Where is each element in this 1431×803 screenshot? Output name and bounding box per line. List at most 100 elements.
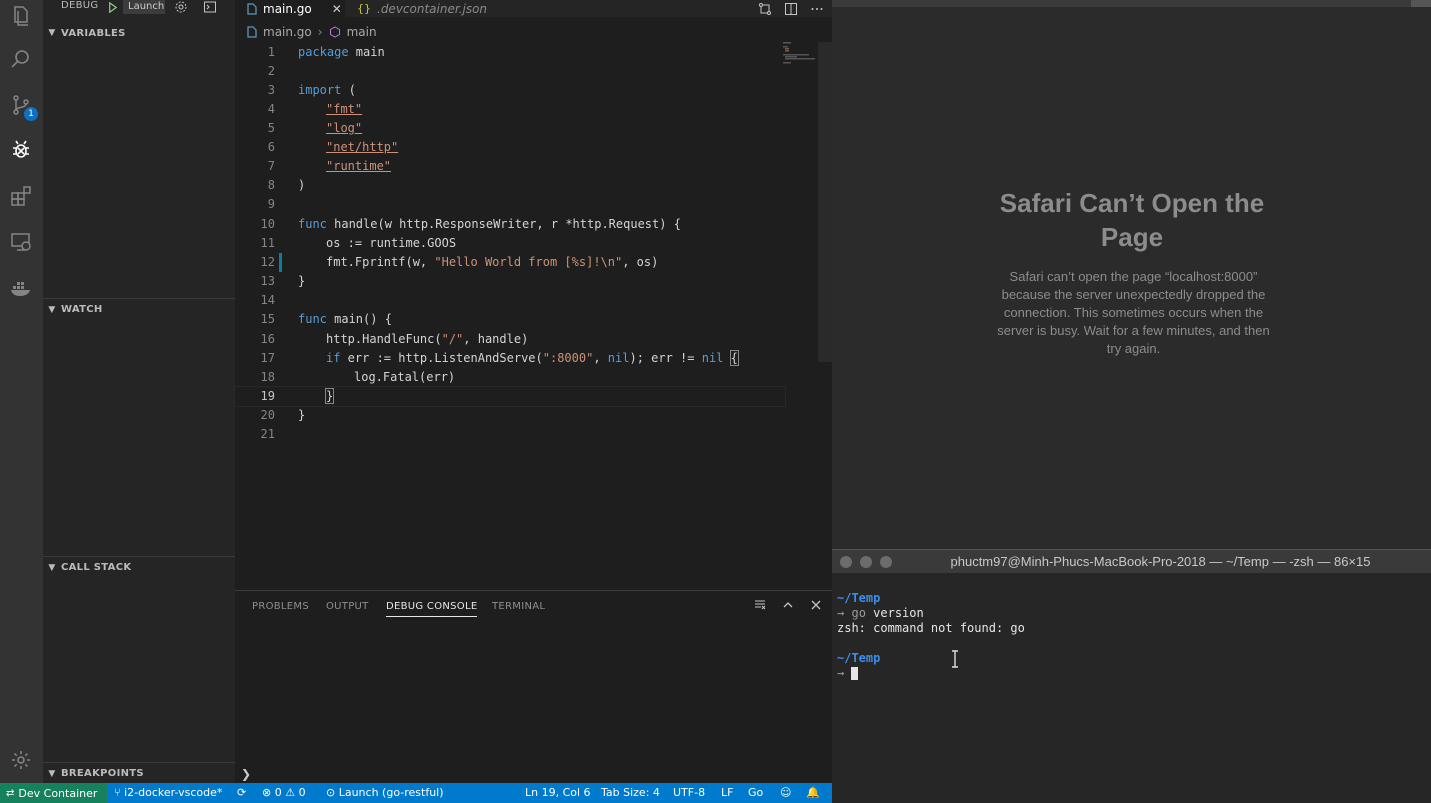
call-stack-section-header[interactable]: ▼ CALL STACK [43,556,235,578]
branch-label: i2-docker-vscode* [124,786,223,799]
code-text: } [298,274,306,288]
close-panel-icon[interactable] [810,599,822,611]
line-number: 12 [260,255,275,269]
console-input-prompt[interactable]: ❯ [241,767,251,781]
line-number: 5 [267,121,275,135]
source-control-icon[interactable]: 1 [7,91,38,121]
code-editor[interactable]: 1 package main 2 3 import ( 4 "fmt" 5 "log" … [234,42,795,452]
safari-toolbar-button[interactable] [1411,0,1431,7]
language-mode[interactable]: Go [748,783,763,803]
remote-icon: ⇄ [6,787,15,799]
debug-title: DEBUG [61,0,99,11]
extensions-icon[interactable] [7,182,35,210]
editor-tabs: main.go ✕ {} .devcontainer.json [235,0,832,17]
code-text: err := http.ListenAndServe( [340,351,543,365]
code-text: , os) [622,255,659,269]
encoding[interactable]: UTF-8 [673,783,705,803]
error-icon: ⊗ [262,786,272,799]
cursor-position[interactable]: Ln 19, Col 6 [525,783,591,803]
debug-launch-indicator[interactable]: ⊙ Launch (go-restful) [326,783,444,803]
clear-console-icon[interactable] [754,599,766,611]
keyword: if [326,351,341,365]
panel-tab-output[interactable]: OUTPUT [326,601,369,612]
code-text: http.HandleFunc( [326,332,442,346]
code-line: 11 os := runtime.GOOS [235,234,785,253]
line-number: 11 [260,236,275,250]
code-line: 14 [235,291,785,310]
close-window-button[interactable] [840,556,852,568]
zoom-window-button[interactable] [880,556,892,568]
start-debugging-icon[interactable] [106,1,119,14]
code-text: handle(w http.ResponseWriter, r *http.Re… [326,217,681,231]
debug-settings-gear-icon[interactable] [174,0,188,14]
code-text: ( [341,83,356,97]
warning-count: 0 [298,786,306,799]
debug-run-icon: ⊙ [326,786,336,799]
minimize-window-button[interactable] [860,556,872,568]
end-of-line[interactable]: LF [721,783,733,803]
watch-label: WATCH [61,304,103,315]
breakpoints-section-header[interactable]: ▼ BREAKPOINTS [43,762,235,784]
line-number: 21 [260,427,275,441]
terminal-input-line[interactable]: → [837,666,859,681]
settings-gear-icon[interactable] [7,746,35,774]
panel-tab-terminal[interactable]: TERMINAL [492,601,545,612]
more-actions-icon[interactable] [810,2,824,16]
safari-toolbar-edge [832,0,1431,7]
breakpoints-label: BREAKPOINTS [61,768,144,779]
chevron-down-icon: ▼ [48,768,56,779]
breadcrumb-symbol[interactable]: main [347,25,377,39]
problems-indicator[interactable]: ⊗ 0 ⚠ 0 [262,783,306,803]
code-line: 18 log.Fatal(err) [235,368,785,387]
chevron-right-icon: › [317,25,323,39]
split-editor-icon[interactable] [784,2,798,16]
remote-indicator[interactable]: ⇄ Dev Container [0,783,107,803]
launch-config-select[interactable]: Launch [123,0,165,14]
code-text: ); err != [629,351,702,365]
import-string[interactable]: "runtime" [326,159,391,173]
code-line: 21 [235,425,785,444]
debug-toolbar: DEBUG Launch [43,0,235,14]
minimap[interactable] [783,42,817,72]
command-args: version [865,606,924,620]
breadcrumb-file[interactable]: main.go [263,25,312,39]
feedback-icon[interactable]: ☺ [780,783,791,803]
tab-main-go[interactable]: main.go ✕ [235,0,345,17]
code-line: 3 import ( [235,81,785,100]
editor-scrollbar[interactable] [818,42,832,362]
docker-icon[interactable] [7,274,35,302]
variables-section-header[interactable]: ▼ VARIABLES [43,22,235,44]
search-icon[interactable] [7,45,35,73]
close-tab-icon[interactable]: ✕ [332,2,342,16]
terminal-cursor [851,667,859,680]
line-number: 2 [267,64,275,78]
remote-explorer-icon[interactable] [7,228,35,256]
compare-changes-icon[interactable] [758,2,772,16]
code-line: 7 "runtime" [235,157,785,176]
sync-icon[interactable]: ⟳ [237,783,246,803]
tab-devcontainer-json[interactable]: {} .devcontainer.json [347,0,487,17]
branch-indicator[interactable]: ⑂ i2-docker-vscode* [114,783,222,803]
notifications-bell-icon[interactable]: 🔔 [806,783,820,803]
debug-console-icon[interactable] [203,0,217,14]
status-bar: ⇄ Dev Container ⑂ i2-docker-vscode* ⟳ ⊗ … [0,783,832,803]
tab-size[interactable]: Tab Size: 4 [601,783,660,803]
error-count: 0 [274,786,282,799]
explorer-icon[interactable] [7,2,35,30]
chevron-down-icon: ▼ [48,28,56,38]
code-text: log.Fatal(err) [354,370,456,384]
keyword: func [298,312,327,326]
panel-tab-problems[interactable]: PROBLEMS [252,601,309,612]
import-string[interactable]: "log" [326,121,362,135]
maximize-panel-icon[interactable] [782,599,794,611]
debug-icon[interactable] [7,136,35,164]
line-number: 10 [260,217,275,231]
line-number: 19 [260,389,275,403]
code-line: 13} [235,272,785,291]
panel-tab-debug-console[interactable]: DEBUG CONSOLE [386,601,478,617]
import-string[interactable]: "net/http" [326,140,398,154]
watch-section-header[interactable]: ▼ WATCH [43,298,235,320]
import-string[interactable]: "fmt" [326,102,362,116]
launch-label: Launch (go-restful) [338,786,444,799]
